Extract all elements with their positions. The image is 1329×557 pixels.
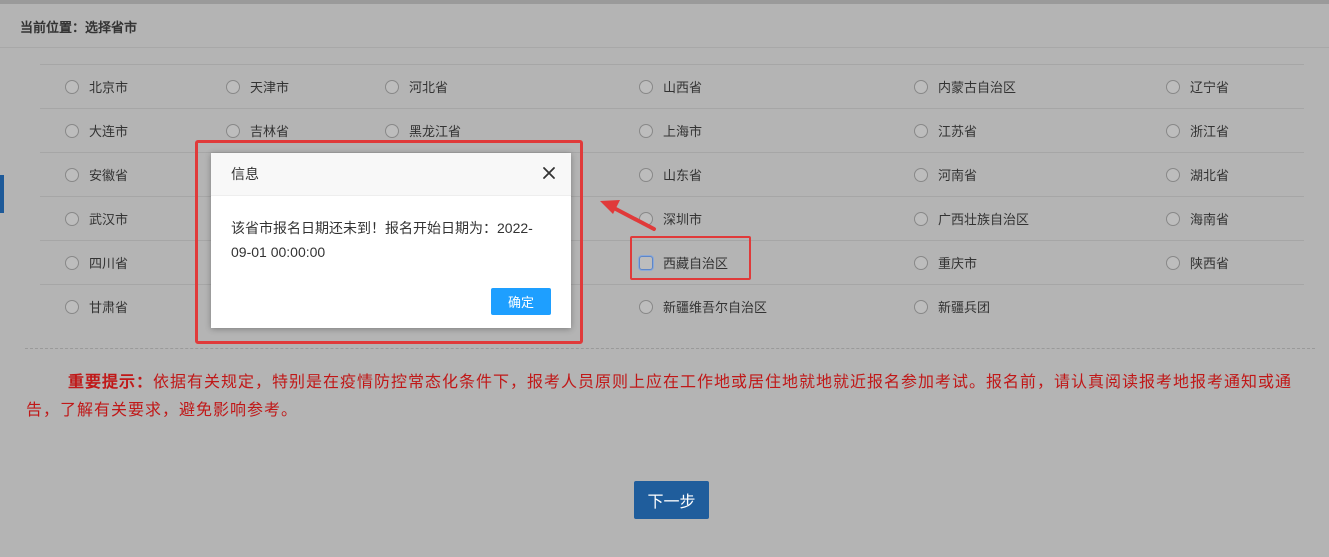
region-option[interactable]: 浙江省 bbox=[1166, 109, 1229, 152]
region-option[interactable]: 安徽省 bbox=[65, 153, 128, 196]
region-row: 北京市 天津市 河北省 山西省 内蒙古自治区 辽宁省 bbox=[40, 64, 1304, 108]
radio-icon[interactable] bbox=[65, 299, 79, 314]
region-option[interactable]: 辽宁省 bbox=[1166, 65, 1229, 108]
radio-icon[interactable] bbox=[65, 123, 79, 138]
radio-icon[interactable] bbox=[1166, 211, 1180, 226]
radio-icon[interactable] bbox=[1166, 255, 1180, 270]
important-notice: 重要提示：依据有关规定，特别是在疫情防控常态化条件下，报考人员原则上应在工作地或… bbox=[26, 368, 1306, 424]
dialog-message: 该省市报名日期还未到！报名开始日期为：2022-09-01 00:00:00 bbox=[231, 220, 533, 260]
radio-icon[interactable] bbox=[1166, 167, 1180, 182]
radio-icon[interactable] bbox=[65, 255, 79, 270]
region-label: 海南省 bbox=[1190, 212, 1230, 227]
region-label: 北京市 bbox=[89, 80, 129, 95]
next-step-button[interactable]: 下一步 bbox=[634, 481, 709, 519]
region-option[interactable]: 大连市 bbox=[65, 109, 128, 152]
radio-icon[interactable] bbox=[385, 79, 399, 94]
region-label: 江苏省 bbox=[938, 124, 978, 139]
region-option[interactable]: 江苏省 bbox=[914, 109, 977, 152]
region-option[interactable]: 天津市 bbox=[226, 65, 289, 108]
radio-icon[interactable] bbox=[65, 167, 79, 182]
annotation-highlight-box bbox=[630, 236, 751, 280]
region-label: 大连市 bbox=[89, 124, 129, 139]
region-label: 河北省 bbox=[409, 80, 449, 95]
region-option[interactable]: 内蒙古自治区 bbox=[914, 65, 1016, 108]
radio-icon[interactable] bbox=[914, 255, 928, 270]
radio-icon[interactable] bbox=[226, 79, 240, 94]
radio-icon[interactable] bbox=[914, 79, 928, 94]
radio-icon[interactable] bbox=[226, 123, 240, 138]
annotation-arrow-icon bbox=[600, 200, 656, 231]
region-label: 吉林省 bbox=[250, 124, 290, 139]
region-option[interactable]: 山西省 bbox=[639, 65, 702, 108]
confirm-button[interactable]: 确定 bbox=[491, 288, 551, 315]
region-label: 浙江省 bbox=[1190, 124, 1230, 139]
region-label: 新疆维吾尔自治区 bbox=[663, 300, 768, 315]
region-label: 湖北省 bbox=[1190, 168, 1230, 183]
radio-icon[interactable] bbox=[639, 167, 653, 182]
radio-icon[interactable] bbox=[914, 123, 928, 138]
region-label: 内蒙古自治区 bbox=[938, 80, 1017, 95]
breadcrumb: 当前位置：选择省市 bbox=[20, 20, 138, 35]
region-option[interactable]: 广西壮族自治区 bbox=[914, 197, 1029, 240]
radio-icon[interactable] bbox=[65, 79, 79, 94]
region-label: 天津市 bbox=[250, 80, 290, 95]
region-label: 深圳市 bbox=[663, 212, 703, 227]
region-label: 河南省 bbox=[938, 168, 978, 183]
region-label: 重庆市 bbox=[938, 256, 978, 271]
region-label: 陕西省 bbox=[1190, 256, 1230, 271]
region-option[interactable]: 重庆市 bbox=[914, 241, 977, 284]
region-label: 山西省 bbox=[663, 80, 703, 95]
radio-icon[interactable] bbox=[1166, 79, 1180, 94]
radio-icon[interactable] bbox=[639, 299, 653, 314]
radio-icon[interactable] bbox=[1166, 123, 1180, 138]
region-option[interactable]: 上海市 bbox=[639, 109, 702, 152]
region-option[interactable]: 甘肃省 bbox=[65, 285, 128, 328]
dialog-title: 信息 bbox=[231, 166, 259, 182]
top-bar bbox=[0, 0, 1329, 4]
region-label: 辽宁省 bbox=[1190, 80, 1230, 95]
region-option[interactable]: 山东省 bbox=[639, 153, 702, 196]
region-option[interactable]: 新疆兵团 bbox=[914, 285, 990, 328]
radio-icon[interactable] bbox=[639, 79, 653, 94]
region-option[interactable]: 四川省 bbox=[65, 241, 128, 284]
radio-icon[interactable] bbox=[914, 167, 928, 182]
region-option[interactable]: 陕西省 bbox=[1166, 241, 1229, 284]
info-dialog: 信息 该省市报名日期还未到！报名开始日期为：2022-09-01 00:00:0… bbox=[211, 153, 571, 328]
region-option[interactable]: 新疆维吾尔自治区 bbox=[639, 285, 767, 328]
region-label: 甘肃省 bbox=[89, 300, 129, 315]
region-option[interactable]: 北京市 bbox=[65, 65, 128, 108]
radio-icon[interactable] bbox=[914, 299, 928, 314]
region-label: 山东省 bbox=[663, 168, 703, 183]
region-option[interactable]: 武汉市 bbox=[65, 197, 128, 240]
radio-icon[interactable] bbox=[914, 211, 928, 226]
radio-icon[interactable] bbox=[65, 211, 79, 226]
dashed-divider bbox=[25, 348, 1315, 349]
region-label: 上海市 bbox=[663, 124, 703, 139]
region-option[interactable]: 海南省 bbox=[1166, 197, 1229, 240]
region-label: 新疆兵团 bbox=[938, 300, 991, 315]
radio-icon[interactable] bbox=[639, 123, 653, 138]
dialog-footer: 确定 bbox=[491, 288, 551, 315]
region-label: 四川省 bbox=[89, 256, 129, 271]
side-tab-marker bbox=[0, 175, 4, 213]
region-label: 黑龙江省 bbox=[409, 124, 462, 139]
notice-text: 依据有关规定，特别是在疫情防控常态化条件下，报考人员原则上应在工作地或居住地就地… bbox=[26, 372, 1293, 419]
dialog-header: 信息 bbox=[211, 153, 571, 196]
divider bbox=[0, 47, 1329, 48]
region-option[interactable]: 河南省 bbox=[914, 153, 977, 196]
close-icon[interactable] bbox=[541, 165, 557, 181]
radio-icon[interactable] bbox=[385, 123, 399, 138]
region-label: 安徽省 bbox=[89, 168, 129, 183]
region-option[interactable]: 湖北省 bbox=[1166, 153, 1229, 196]
notice-title: 重要提示： bbox=[68, 372, 154, 391]
region-label: 广西壮族自治区 bbox=[938, 212, 1030, 227]
region-label: 武汉市 bbox=[89, 212, 129, 227]
region-option[interactable]: 河北省 bbox=[385, 65, 448, 108]
